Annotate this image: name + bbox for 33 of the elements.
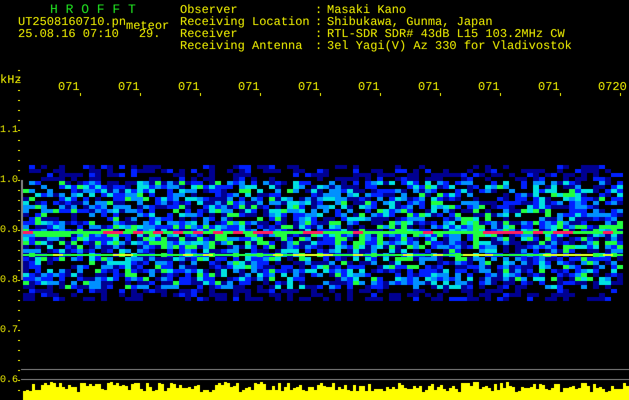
time-label: 071 xyxy=(118,81,140,93)
info-value: Masaki Kano xyxy=(327,4,406,16)
frequency-label: 1.0 xyxy=(0,175,18,187)
info-label: Receiving Antenna xyxy=(180,40,304,52)
frequency-label: 0.7 xyxy=(0,325,18,337)
info-label: Receiving Location xyxy=(180,16,311,28)
info-value: RTL-SDR SDR# 43dB L15 103.2MHz CW xyxy=(327,28,565,40)
separator: : xyxy=(315,4,324,16)
date-time: 25.08.16 07:10 xyxy=(18,28,119,40)
app-title: H R O F F T xyxy=(49,4,137,16)
info-value: 3el Yagi(V) Az 330 for Vladivostok xyxy=(327,40,572,52)
info-label: Observer xyxy=(180,4,238,16)
time-label: 0720 xyxy=(598,81,627,93)
separator: : xyxy=(315,28,324,40)
time-label: 071 xyxy=(58,81,80,93)
time-label: 071 xyxy=(478,81,500,93)
separator: : xyxy=(315,40,324,52)
frequency-label: 0.6 xyxy=(0,375,18,387)
separator: : xyxy=(315,16,324,28)
frequency-label: 1.1 xyxy=(0,125,18,137)
frequency-label: 0.8 xyxy=(0,275,18,287)
info-label: Receiver xyxy=(180,28,238,40)
time-label: 071 xyxy=(238,81,260,93)
file-name: UT2508160710.pn xyxy=(18,16,126,28)
info-value: Shibukawa, Gunma, Japan xyxy=(327,16,493,28)
time-label: 071 xyxy=(298,81,320,93)
axis-unit: kHz xyxy=(0,74,22,86)
time-label: 071 xyxy=(178,81,200,93)
time-label: 071 xyxy=(418,81,440,93)
time-label: 071 xyxy=(358,81,380,93)
frequency-label: 0.9 xyxy=(0,225,18,237)
time-label: 071 xyxy=(538,81,560,93)
count-value: 29. xyxy=(138,28,160,40)
